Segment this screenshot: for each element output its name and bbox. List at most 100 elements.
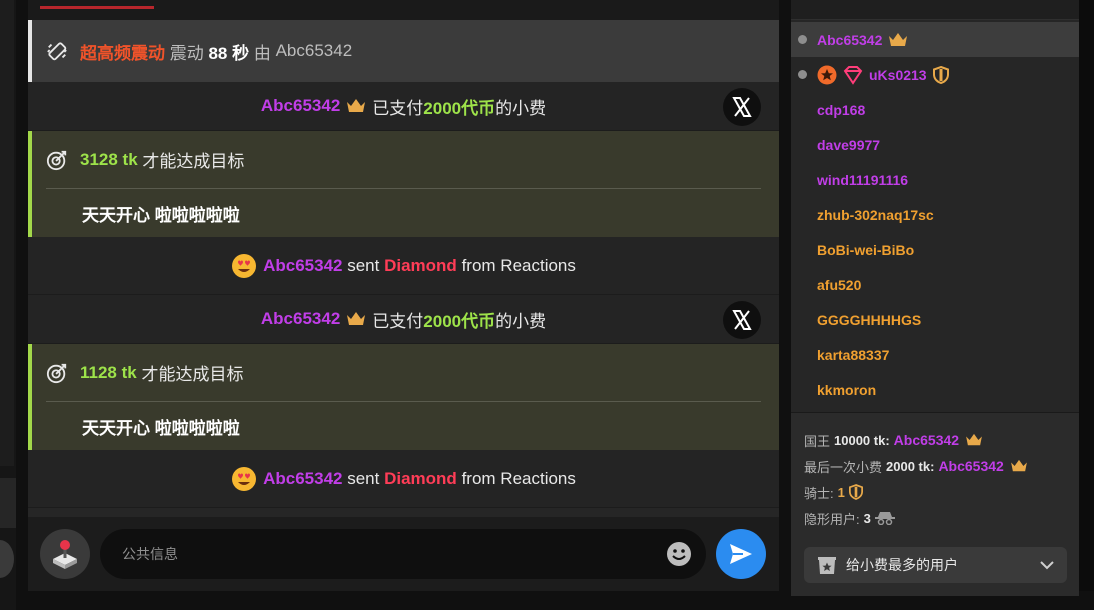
- user-item[interactable]: BoBi-wei-BiBo: [791, 232, 1079, 267]
- user-name: dave9977: [817, 136, 881, 153]
- user-item[interactable]: GGGGHHHHGS: [791, 302, 1079, 337]
- goal-description: 天天开心 啦啦啦啦啦: [82, 205, 240, 225]
- joystick-icon: [53, 540, 77, 569]
- last-tip-stat: 最后一次小费 2000 tk: Abc65342: [804, 453, 1067, 479]
- tip-post: 的小费: [495, 98, 547, 118]
- gift-from: from Reactions: [461, 255, 576, 275]
- user-name: GGGGHHHHGS: [817, 311, 922, 328]
- gift-from: from Reactions: [461, 468, 576, 488]
- vibration-icon: [47, 42, 67, 61]
- crown-icon: [889, 32, 908, 46]
- tip-user[interactable]: Abc65342: [261, 309, 340, 329]
- gift-user[interactable]: Abc65342: [263, 469, 342, 489]
- king-stat: 国王 10000 tk: Abc65342: [804, 427, 1067, 453]
- goal-amount: 1128 tk: [80, 362, 137, 382]
- hidden-users-stat: 隐形用户: 3: [804, 505, 1067, 531]
- heart-eyes-emoji-icon: [232, 253, 257, 278]
- heart-eyes-emoji-icon: [232, 466, 257, 491]
- goal-header: 1128 tk 才能达成目标: [46, 344, 761, 402]
- chat-tabs: [28, 0, 779, 20]
- public-message-input[interactable]: [100, 546, 640, 562]
- tip-post: 的小费: [495, 311, 547, 331]
- crown-icon: [347, 312, 366, 325]
- vibration-action: 震动: [169, 43, 204, 63]
- goal-message: 3128 tk 才能达成目标 天天开心 啦啦啦啦啦: [28, 131, 779, 237]
- gift-user[interactable]: Abc65342: [263, 256, 342, 276]
- vibration-user[interactable]: Abc65342: [276, 41, 353, 61]
- shield-icon: [932, 65, 949, 84]
- goal-text: 才能达成目标: [142, 152, 245, 171]
- online-indicator: [798, 35, 807, 44]
- tip-pre: 已支付: [372, 311, 424, 331]
- page-scrollbar[interactable]: [1079, 0, 1094, 591]
- user-name: BoBi-wei-BiBo: [817, 241, 915, 258]
- goal-amount: 3128 tk: [80, 149, 138, 169]
- tip-user[interactable]: Abc65342: [261, 96, 340, 116]
- user-item[interactable]: uKs0213: [791, 57, 1079, 92]
- king-label: 国王: [804, 433, 831, 449]
- emoji-picker-icon[interactable]: [666, 541, 692, 567]
- tip-message: Abc65342 已支付 2000代币 的小费: [28, 295, 779, 344]
- gift-message: Abc65342 sent Diamond from Reactions: [28, 237, 779, 295]
- x-share-button[interactable]: [723, 301, 761, 339]
- knight-count: 1: [837, 484, 845, 500]
- crown-icon: [966, 433, 982, 446]
- user-name: Abc65342: [817, 31, 883, 48]
- user-name: cdp168: [817, 101, 866, 118]
- user-item[interactable]: zhub-302naq17sc: [791, 197, 1079, 232]
- incognito-icon: [874, 512, 895, 525]
- tip-message: Abc65342 已支付 2000代币 的小费: [28, 82, 779, 131]
- user-name: afu520: [817, 276, 862, 293]
- public-message-field[interactable]: [100, 529, 706, 579]
- top-tipper-label: 给小费最多的用户: [846, 557, 958, 573]
- knight-label: 骑士:: [804, 485, 834, 501]
- x-logo-icon: [732, 97, 752, 117]
- goal-header: 3128 tk 才能达成目标: [46, 131, 761, 189]
- gift-message: Abc65342 sent Diamond from Reactions: [28, 450, 779, 508]
- user-name: kkmoron: [817, 381, 877, 398]
- king-amount: 10000 tk:: [834, 432, 890, 448]
- left-edge-segment: [0, 0, 14, 466]
- tip-amount: 2000代币: [423, 98, 496, 118]
- user-item[interactable]: cdp168: [791, 92, 1079, 127]
- last-tip-label: 最后一次小费: [804, 459, 883, 475]
- hidden-users-count: 3: [863, 510, 871, 526]
- user-name: uKs0213: [869, 66, 927, 83]
- king-user[interactable]: Abc65342: [894, 432, 959, 448]
- user-item[interactable]: karta88337: [791, 337, 1079, 372]
- tip-stats: 国王 10000 tk: Abc65342 最后一次小费 2000 tk: Ab…: [791, 413, 1079, 596]
- online-indicator: [798, 70, 807, 79]
- x-share-button[interactable]: [723, 88, 761, 126]
- goal-message: 1128 tk 才能达成目标 天天开心 啦啦啦啦啦: [28, 344, 779, 450]
- hidden-users-label: 隐形用户:: [804, 511, 860, 527]
- goal-description: 天天开心 啦啦啦啦啦: [82, 418, 240, 438]
- user-item[interactable]: wind11191116: [791, 162, 1079, 197]
- x-logo-icon: [732, 310, 752, 330]
- crown-icon: [347, 99, 366, 112]
- send-icon: [730, 544, 752, 564]
- chat-panel: 超高频震动 震动 88 秒 由 Abc65342 Abc65342 已支付 200…: [28, 0, 779, 591]
- user-item[interactable]: kkmoron: [791, 372, 1079, 407]
- user-name: zhub-302naq17sc: [817, 206, 934, 223]
- user-name: karta88337: [817, 346, 890, 363]
- last-tip-user[interactable]: Abc65342: [938, 458, 1003, 474]
- vibration-message: 超高频震动 震动 88 秒 由 Abc65342: [28, 20, 779, 82]
- game-controller-button[interactable]: [40, 529, 90, 579]
- user-item[interactable]: dave9977: [791, 127, 1079, 162]
- gift-sent: sent: [347, 468, 380, 488]
- trophy-badge-icon: [818, 557, 836, 574]
- chevron-down-icon: [1040, 561, 1054, 570]
- active-tab-indicator: [40, 6, 154, 9]
- user-item[interactable]: Abc65342: [791, 22, 1079, 57]
- left-edge-segment: [0, 478, 16, 528]
- top-tipper-dropdown[interactable]: 给小费最多的用户: [804, 547, 1067, 583]
- user-item[interactable]: afu520: [791, 267, 1079, 302]
- message-composer: [28, 517, 779, 591]
- left-edge-button[interactable]: [0, 540, 14, 578]
- star-badge-icon: [817, 65, 837, 84]
- goal-text: 才能达成目标: [141, 365, 244, 384]
- diamond-badge-icon: [843, 65, 863, 85]
- send-button[interactable]: [716, 529, 766, 579]
- last-tip-amount: 2000 tk:: [886, 458, 935, 474]
- user-list-header: [791, 0, 1079, 20]
